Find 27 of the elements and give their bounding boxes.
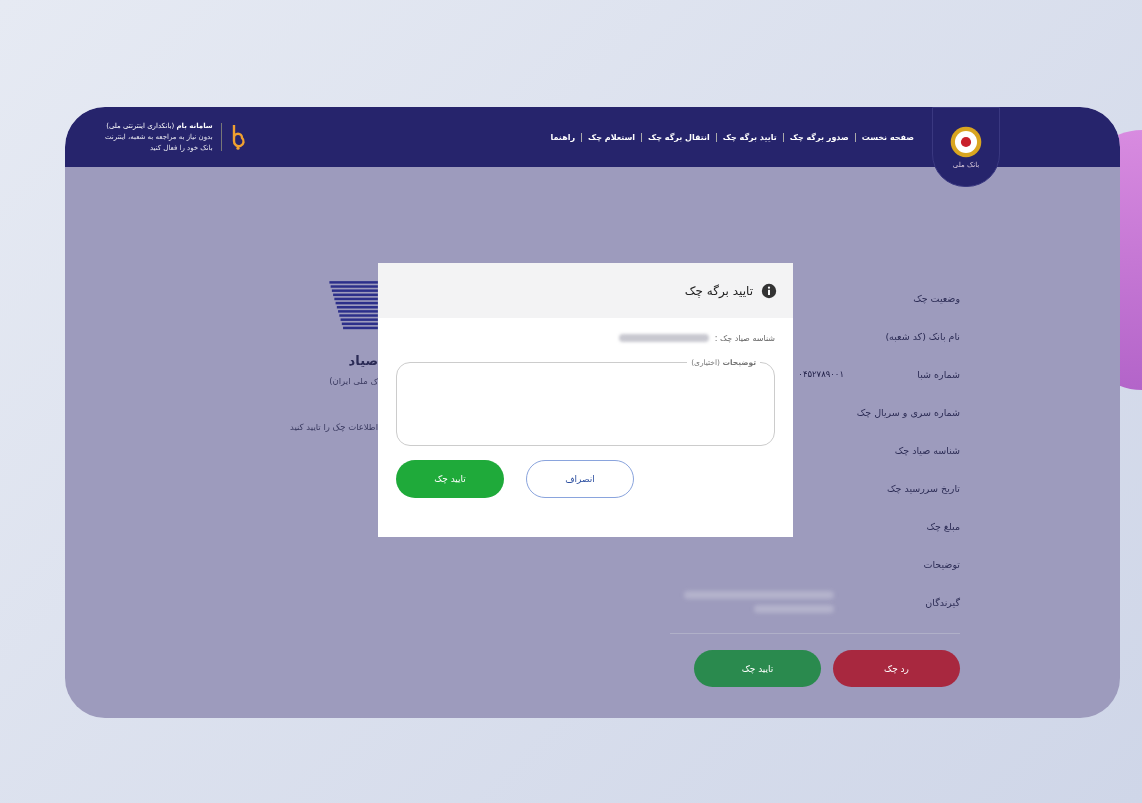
field-label: شناسه صیاد چک xyxy=(893,444,960,456)
nav-link[interactable]: تایید برگه چک xyxy=(715,132,783,142)
intro-subtitle: ک ملی ایران) xyxy=(329,376,378,386)
field-value: ۰۴۵۲۷۸۹۰۰۱ xyxy=(798,369,844,379)
field-label: توضیحات xyxy=(922,558,960,570)
sayad-label: شناسه صیاد چک : xyxy=(714,333,775,343)
nav-link[interactable]: صفحه نخست xyxy=(854,132,920,142)
nav-link[interactable]: راهنما xyxy=(544,132,582,142)
nav-link[interactable]: صدور برگه چک xyxy=(782,132,855,142)
nav-link[interactable]: استعلام چک xyxy=(581,132,642,142)
dialog-button[interactable]: انصراف xyxy=(526,460,634,498)
intro-instruction: اطلاعات چک را تایید کنید xyxy=(290,422,378,432)
b-logo-icon xyxy=(220,123,246,151)
action-button[interactable]: تایید چک xyxy=(694,650,821,687)
field-label: گیرندگان xyxy=(924,596,960,608)
action-button[interactable]: رد چک xyxy=(833,650,960,687)
dialog-title: تایید برگه چک xyxy=(684,283,753,298)
field-label: مبلغ چک xyxy=(925,520,960,532)
field-label: تاریخ سررسید چک xyxy=(886,482,960,494)
intro-title: صیاد xyxy=(348,353,378,368)
field-label: وضعیت چک xyxy=(912,292,960,304)
emblem-icon xyxy=(949,125,983,159)
info-icon xyxy=(761,282,777,299)
field-label: نام بانک (کد شعبه) xyxy=(884,330,960,342)
nav-link[interactable]: انتقال برگه چک xyxy=(641,132,716,142)
field-label: شماره سری و سریال چک xyxy=(855,406,960,418)
field-label: شماره شبا xyxy=(916,368,960,380)
